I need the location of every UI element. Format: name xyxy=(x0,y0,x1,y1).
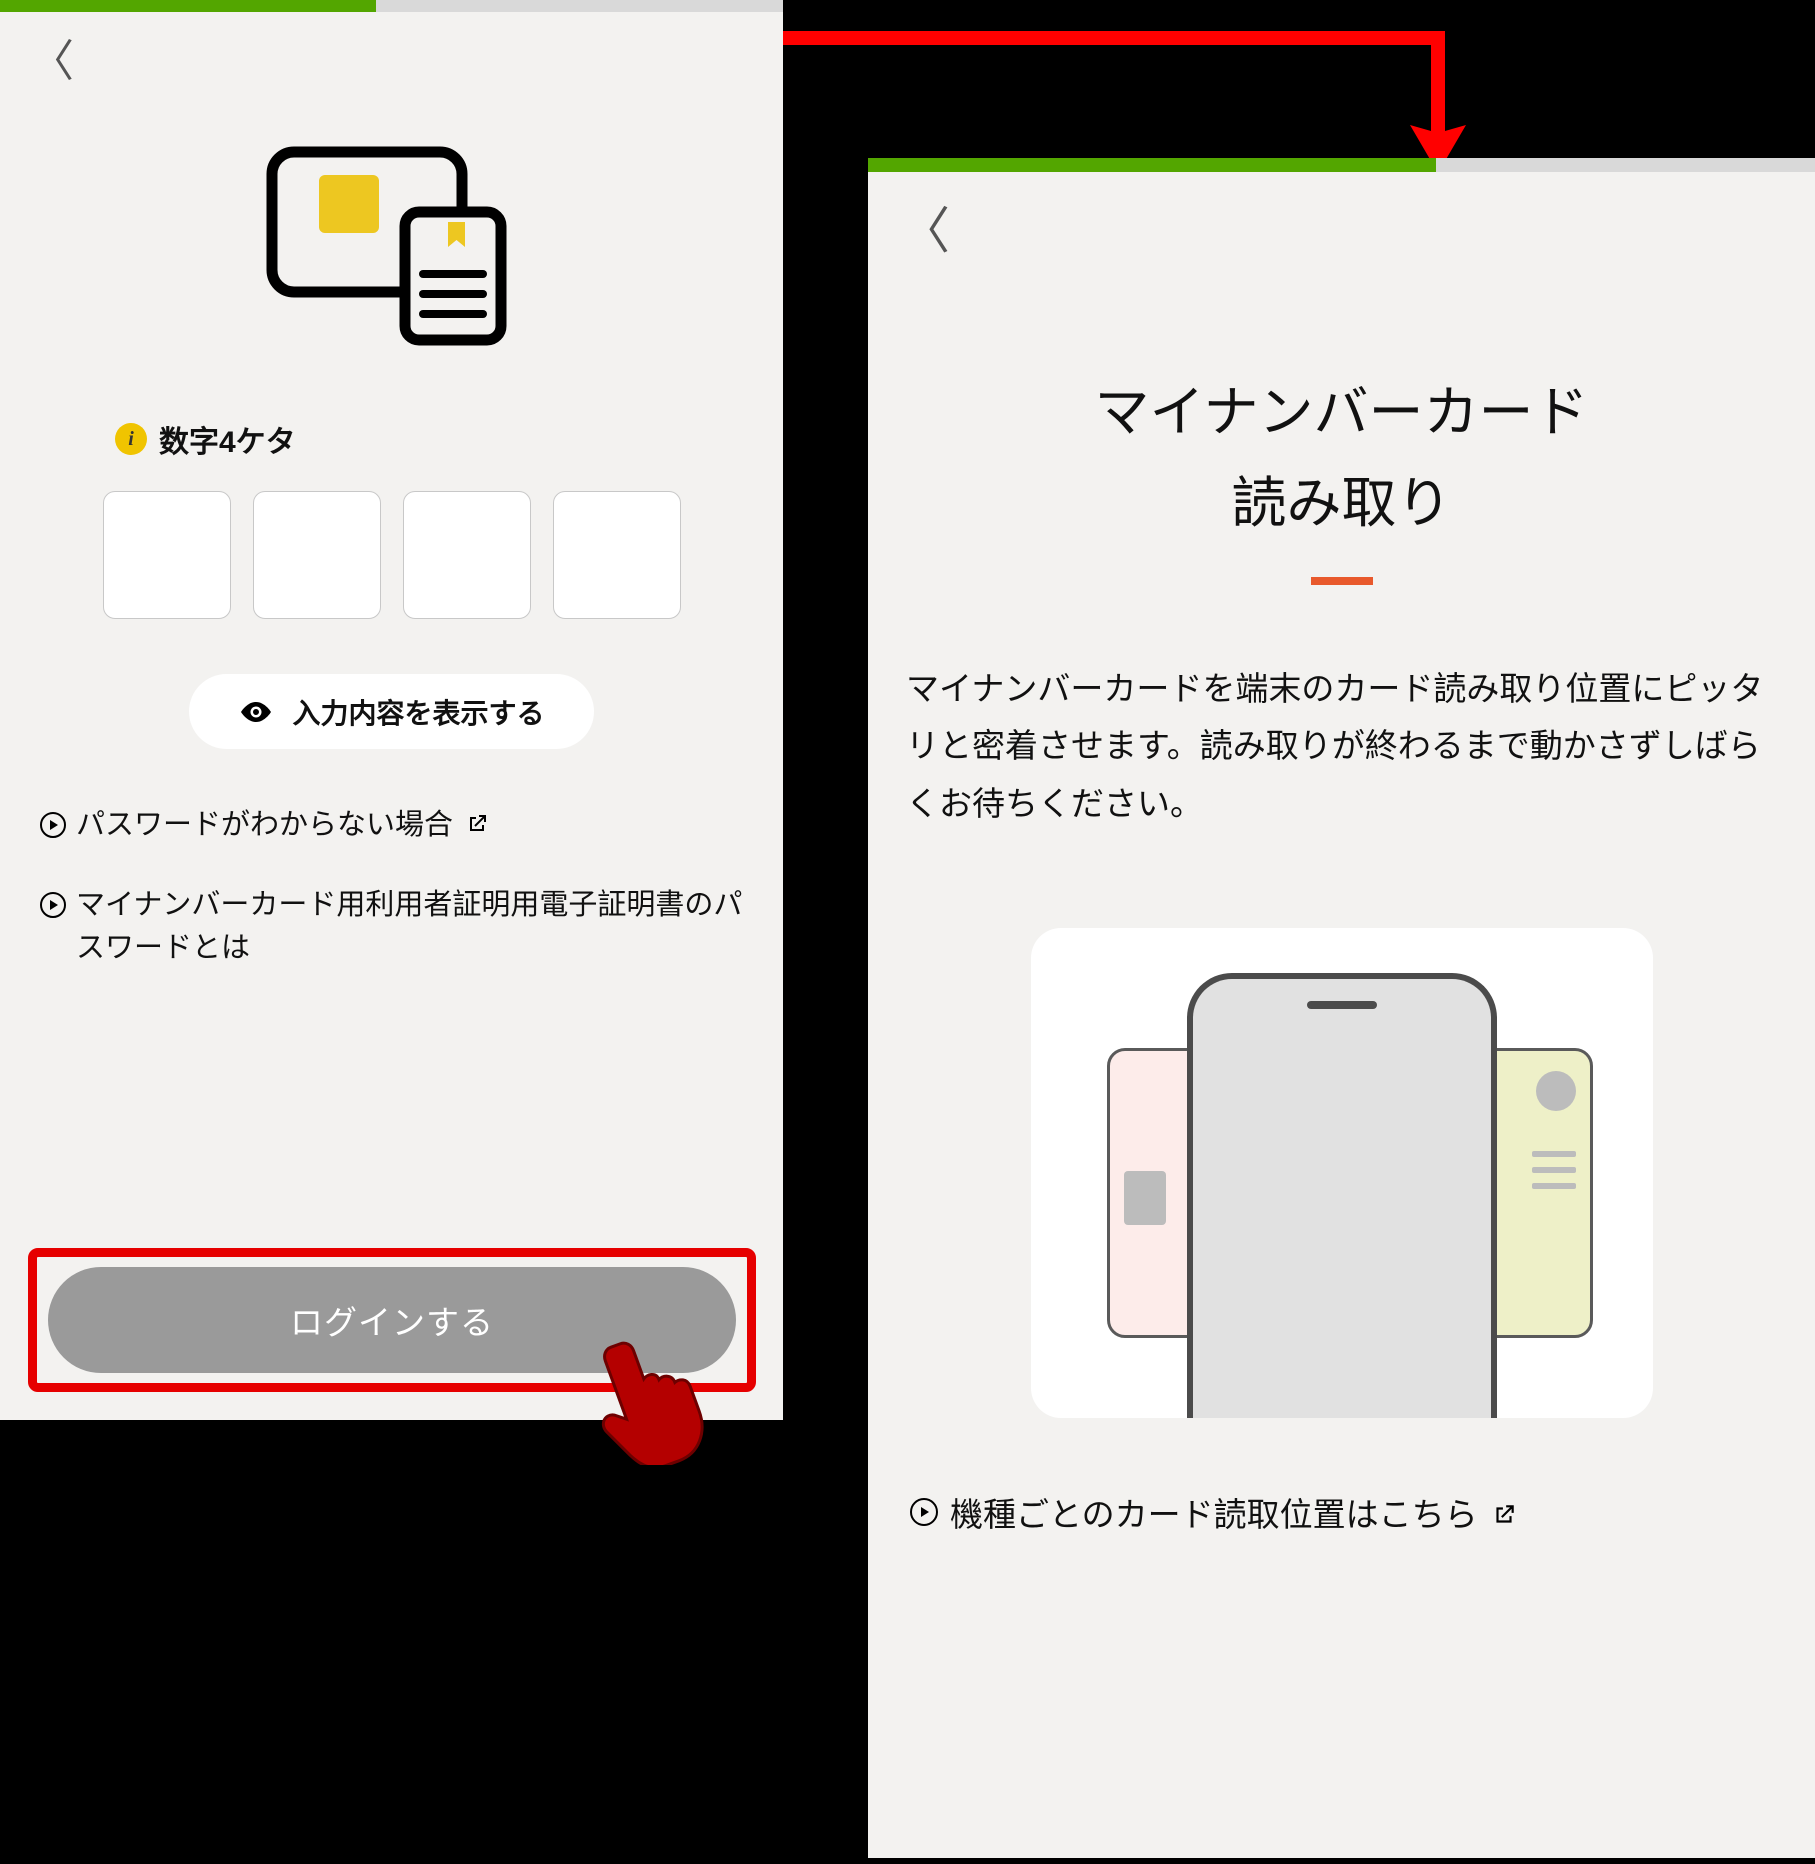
login-highlight-box: ログインする xyxy=(28,1248,756,1392)
pin-label-text: 数字4ケタ xyxy=(159,417,296,461)
about-password-link[interactable]: マイナンバーカード用利用者証明用電子証明書のパスワードとは xyxy=(0,884,783,971)
description-text: マイナンバーカードを端末のカード読み取り位置にピッタリと密着させます。読み取りが… xyxy=(906,660,1777,833)
forgot-password-text: パスワードがわからない場合 xyxy=(76,809,453,841)
back-chevron-icon[interactable]: 〈 xyxy=(900,206,950,256)
title-underline xyxy=(1311,577,1373,585)
pin-digit-2[interactable] xyxy=(253,491,381,619)
forgot-password-link[interactable]: パスワードがわからない場合 xyxy=(0,804,783,848)
phone-card-illustration xyxy=(1031,928,1653,1418)
toggle-show-password-label: 入力内容を表示する xyxy=(292,692,544,732)
card-svg-icon xyxy=(262,142,522,347)
card-position-link-text: 機種ごとのカード読取位置はこちら xyxy=(950,1496,1478,1533)
pin-digit-1[interactable] xyxy=(103,491,231,619)
card-document-icon xyxy=(0,142,783,347)
pin-label-row: i 数字4ケタ xyxy=(115,417,783,461)
play-circle-icon xyxy=(40,892,66,918)
play-circle-icon xyxy=(40,812,66,838)
login-button-label: ログインする xyxy=(290,1296,494,1344)
external-link-icon xyxy=(1491,1502,1517,1528)
toggle-show-password-button[interactable]: 入力内容を表示する xyxy=(189,674,594,749)
progress-bar xyxy=(868,158,1815,172)
page-title: マイナンバーカード 読み取り xyxy=(868,367,1815,549)
title-line-2: 読み取り xyxy=(868,458,1815,549)
eye-icon xyxy=(238,694,274,730)
info-icon[interactable]: i xyxy=(115,423,147,455)
external-link-icon xyxy=(465,812,489,836)
login-button[interactable]: ログインする xyxy=(48,1267,736,1373)
pin-entry-screen: 〈 i 数字4ケタ 入力内容を表示する xyxy=(0,0,783,1420)
play-circle-icon xyxy=(910,1498,938,1526)
pin-digit-4[interactable] xyxy=(553,491,681,619)
pin-digit-3[interactable] xyxy=(403,491,531,619)
smartphone-icon xyxy=(1187,973,1497,1418)
pin-input-group xyxy=(0,491,783,619)
back-chevron-icon[interactable]: 〈 xyxy=(30,40,74,84)
title-line-1: マイナンバーカード xyxy=(868,367,1815,458)
card-read-screen: 〈 マイナンバーカード 読み取り マイナンバーカードを端末のカード読み取り位置に… xyxy=(868,158,1815,1858)
progress-bar xyxy=(0,0,783,12)
about-password-text: マイナンバーカード用利用者証明用電子証明書のパスワードとは xyxy=(76,884,743,971)
card-position-link[interactable]: 機種ごとのカード読取位置はこちら xyxy=(868,1488,1815,1536)
